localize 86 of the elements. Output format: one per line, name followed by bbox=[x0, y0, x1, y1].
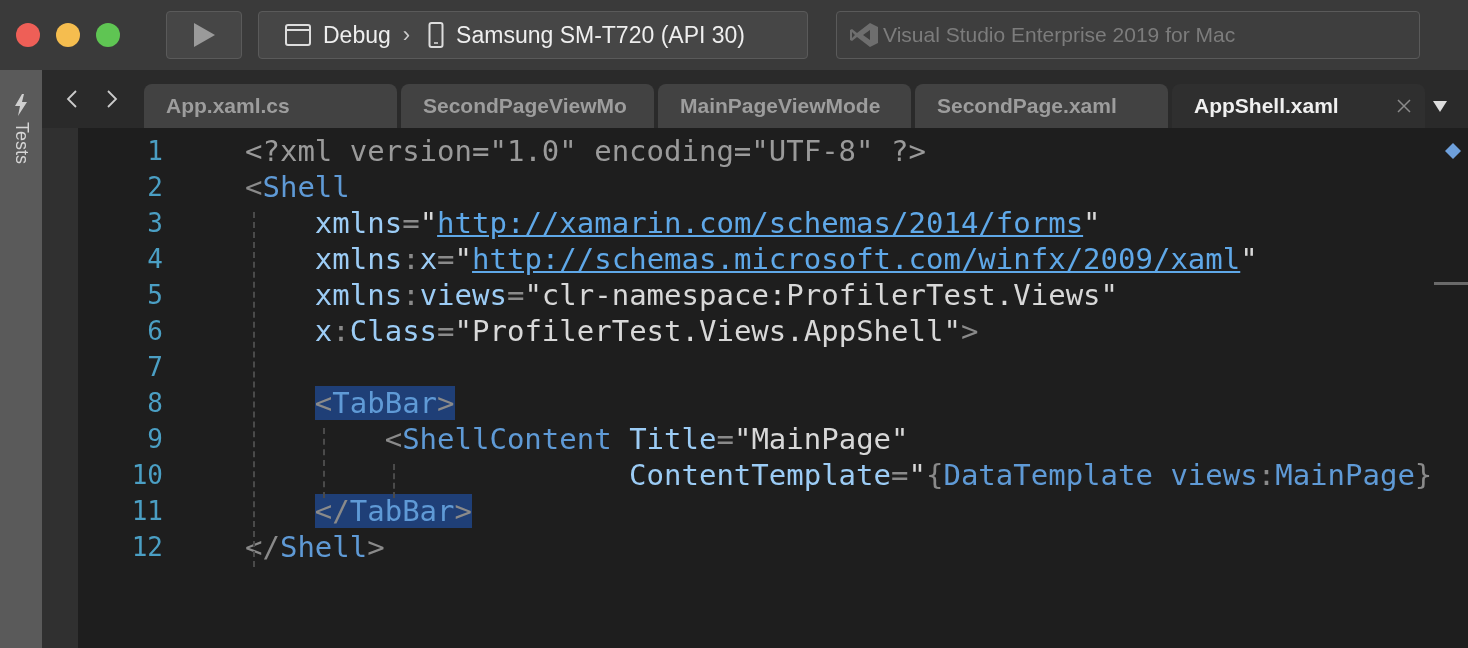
code-token: " bbox=[908, 458, 926, 492]
code-token: < bbox=[384, 422, 403, 456]
separator-chevron: › bbox=[402, 22, 411, 48]
run-button[interactable] bbox=[166, 11, 242, 59]
diamond-marker-icon bbox=[1444, 142, 1462, 160]
line-number: 2 bbox=[147, 171, 163, 204]
line-number: 7 bbox=[147, 351, 163, 384]
code-token: < bbox=[314, 386, 333, 420]
line-number: 4 bbox=[147, 243, 163, 276]
file-tab[interactable]: SecondPageViewMo bbox=[401, 84, 654, 128]
code-token: views bbox=[419, 278, 507, 312]
code-token: Class bbox=[349, 314, 438, 348]
code-token: DataTemplate views bbox=[943, 458, 1258, 492]
code-token: "clr-namespace:ProfilerTest.Views" bbox=[524, 278, 1119, 312]
code-token: xmlns bbox=[314, 206, 403, 240]
code-token: TabBar bbox=[349, 494, 455, 528]
zoom-button[interactable] bbox=[96, 23, 120, 47]
code-token: xmlns bbox=[314, 278, 403, 312]
configuration-selector[interactable]: Debug › Samsung SM-T720 (API 30) bbox=[258, 11, 808, 59]
url-link[interactable]: http://schemas.microsoft.com/winfx/2009/xaml bbox=[472, 242, 1241, 276]
minimize-button[interactable] bbox=[56, 23, 80, 47]
code-token: ContentTemplate bbox=[629, 458, 891, 492]
file-tab[interactable]: AppShell.xaml bbox=[1172, 84, 1425, 128]
device-label: Samsung SM-T720 (API 30) bbox=[456, 21, 745, 49]
close-button[interactable] bbox=[16, 23, 40, 47]
code-token: " bbox=[454, 242, 473, 276]
triangle-down-icon bbox=[1433, 100, 1447, 112]
code-token: x bbox=[419, 242, 438, 276]
code-token: <?xml version="1.0" encoding="UTF-8" ?> bbox=[245, 134, 926, 168]
line-number: 8 bbox=[147, 387, 163, 420]
code-token: TabBar bbox=[332, 386, 438, 420]
code-token: < bbox=[245, 170, 263, 204]
file-tab[interactable]: App.xaml.cs bbox=[144, 84, 397, 128]
line-number: 5 bbox=[147, 279, 163, 312]
status-text: Visual Studio Enterprise 2019 for Mac bbox=[883, 23, 1236, 47]
code-token: MainPage bbox=[1275, 458, 1415, 492]
window-icon bbox=[285, 24, 311, 46]
code-token: Shell bbox=[279, 530, 368, 564]
code-token: x bbox=[314, 314, 333, 348]
code-token: " bbox=[1083, 206, 1101, 240]
code-token: " bbox=[1240, 242, 1258, 276]
line-number: 1 bbox=[147, 135, 163, 168]
code-token: ShellContent bbox=[402, 422, 612, 456]
url-link[interactable]: http://xamarin.com/schemas/2014/forms bbox=[437, 206, 1084, 240]
phone-icon bbox=[428, 22, 445, 48]
line-number: 3 bbox=[147, 207, 163, 240]
chevron-right-icon bbox=[106, 90, 118, 108]
code-token: = bbox=[506, 278, 525, 312]
visual-studio-logo-icon bbox=[849, 22, 879, 48]
overview-ruler-mark bbox=[1434, 282, 1468, 285]
line-number: 10 bbox=[131, 459, 163, 492]
chevron-left-icon bbox=[66, 90, 78, 108]
code-token: "MainPage" bbox=[733, 422, 909, 456]
code-token: Title bbox=[629, 422, 717, 456]
line-number: 9 bbox=[147, 423, 163, 456]
tests-pad-tab[interactable]: Tests bbox=[10, 122, 32, 164]
code-token: = bbox=[437, 242, 455, 276]
code-token: : bbox=[402, 242, 420, 276]
code-token: { bbox=[925, 458, 944, 492]
code-token: = bbox=[716, 422, 734, 456]
play-icon bbox=[192, 22, 216, 48]
file-tab[interactable]: SecondPage.xaml bbox=[915, 84, 1168, 128]
code-token: } bbox=[1414, 458, 1433, 492]
line-number: 11 bbox=[131, 495, 163, 528]
code-token: " bbox=[419, 206, 438, 240]
line-number: 6 bbox=[147, 315, 163, 348]
code-token: : bbox=[332, 314, 350, 348]
code-token: > bbox=[437, 386, 455, 420]
code-token: > bbox=[960, 314, 979, 348]
code-token: : bbox=[402, 278, 420, 312]
code-editor[interactable] bbox=[78, 128, 1468, 648]
code-token: = bbox=[437, 314, 455, 348]
code-token: </ bbox=[314, 494, 350, 528]
code-token: </ bbox=[245, 530, 280, 564]
code-token: Shell bbox=[262, 170, 350, 204]
code-token: = bbox=[891, 458, 909, 492]
file-tab[interactable]: MainPageViewMode bbox=[658, 84, 911, 128]
code-token: > bbox=[367, 530, 385, 564]
code-token: "ProfilerTest.Views.AppShell" bbox=[454, 314, 961, 348]
code-token: = bbox=[402, 206, 420, 240]
code-token: xmlns bbox=[314, 242, 403, 276]
line-number: 12 bbox=[131, 531, 163, 564]
close-icon[interactable] bbox=[1397, 99, 1411, 113]
configuration-label: Debug bbox=[323, 21, 391, 49]
lightning-icon[interactable] bbox=[14, 94, 28, 116]
code-token: : bbox=[1257, 458, 1276, 492]
